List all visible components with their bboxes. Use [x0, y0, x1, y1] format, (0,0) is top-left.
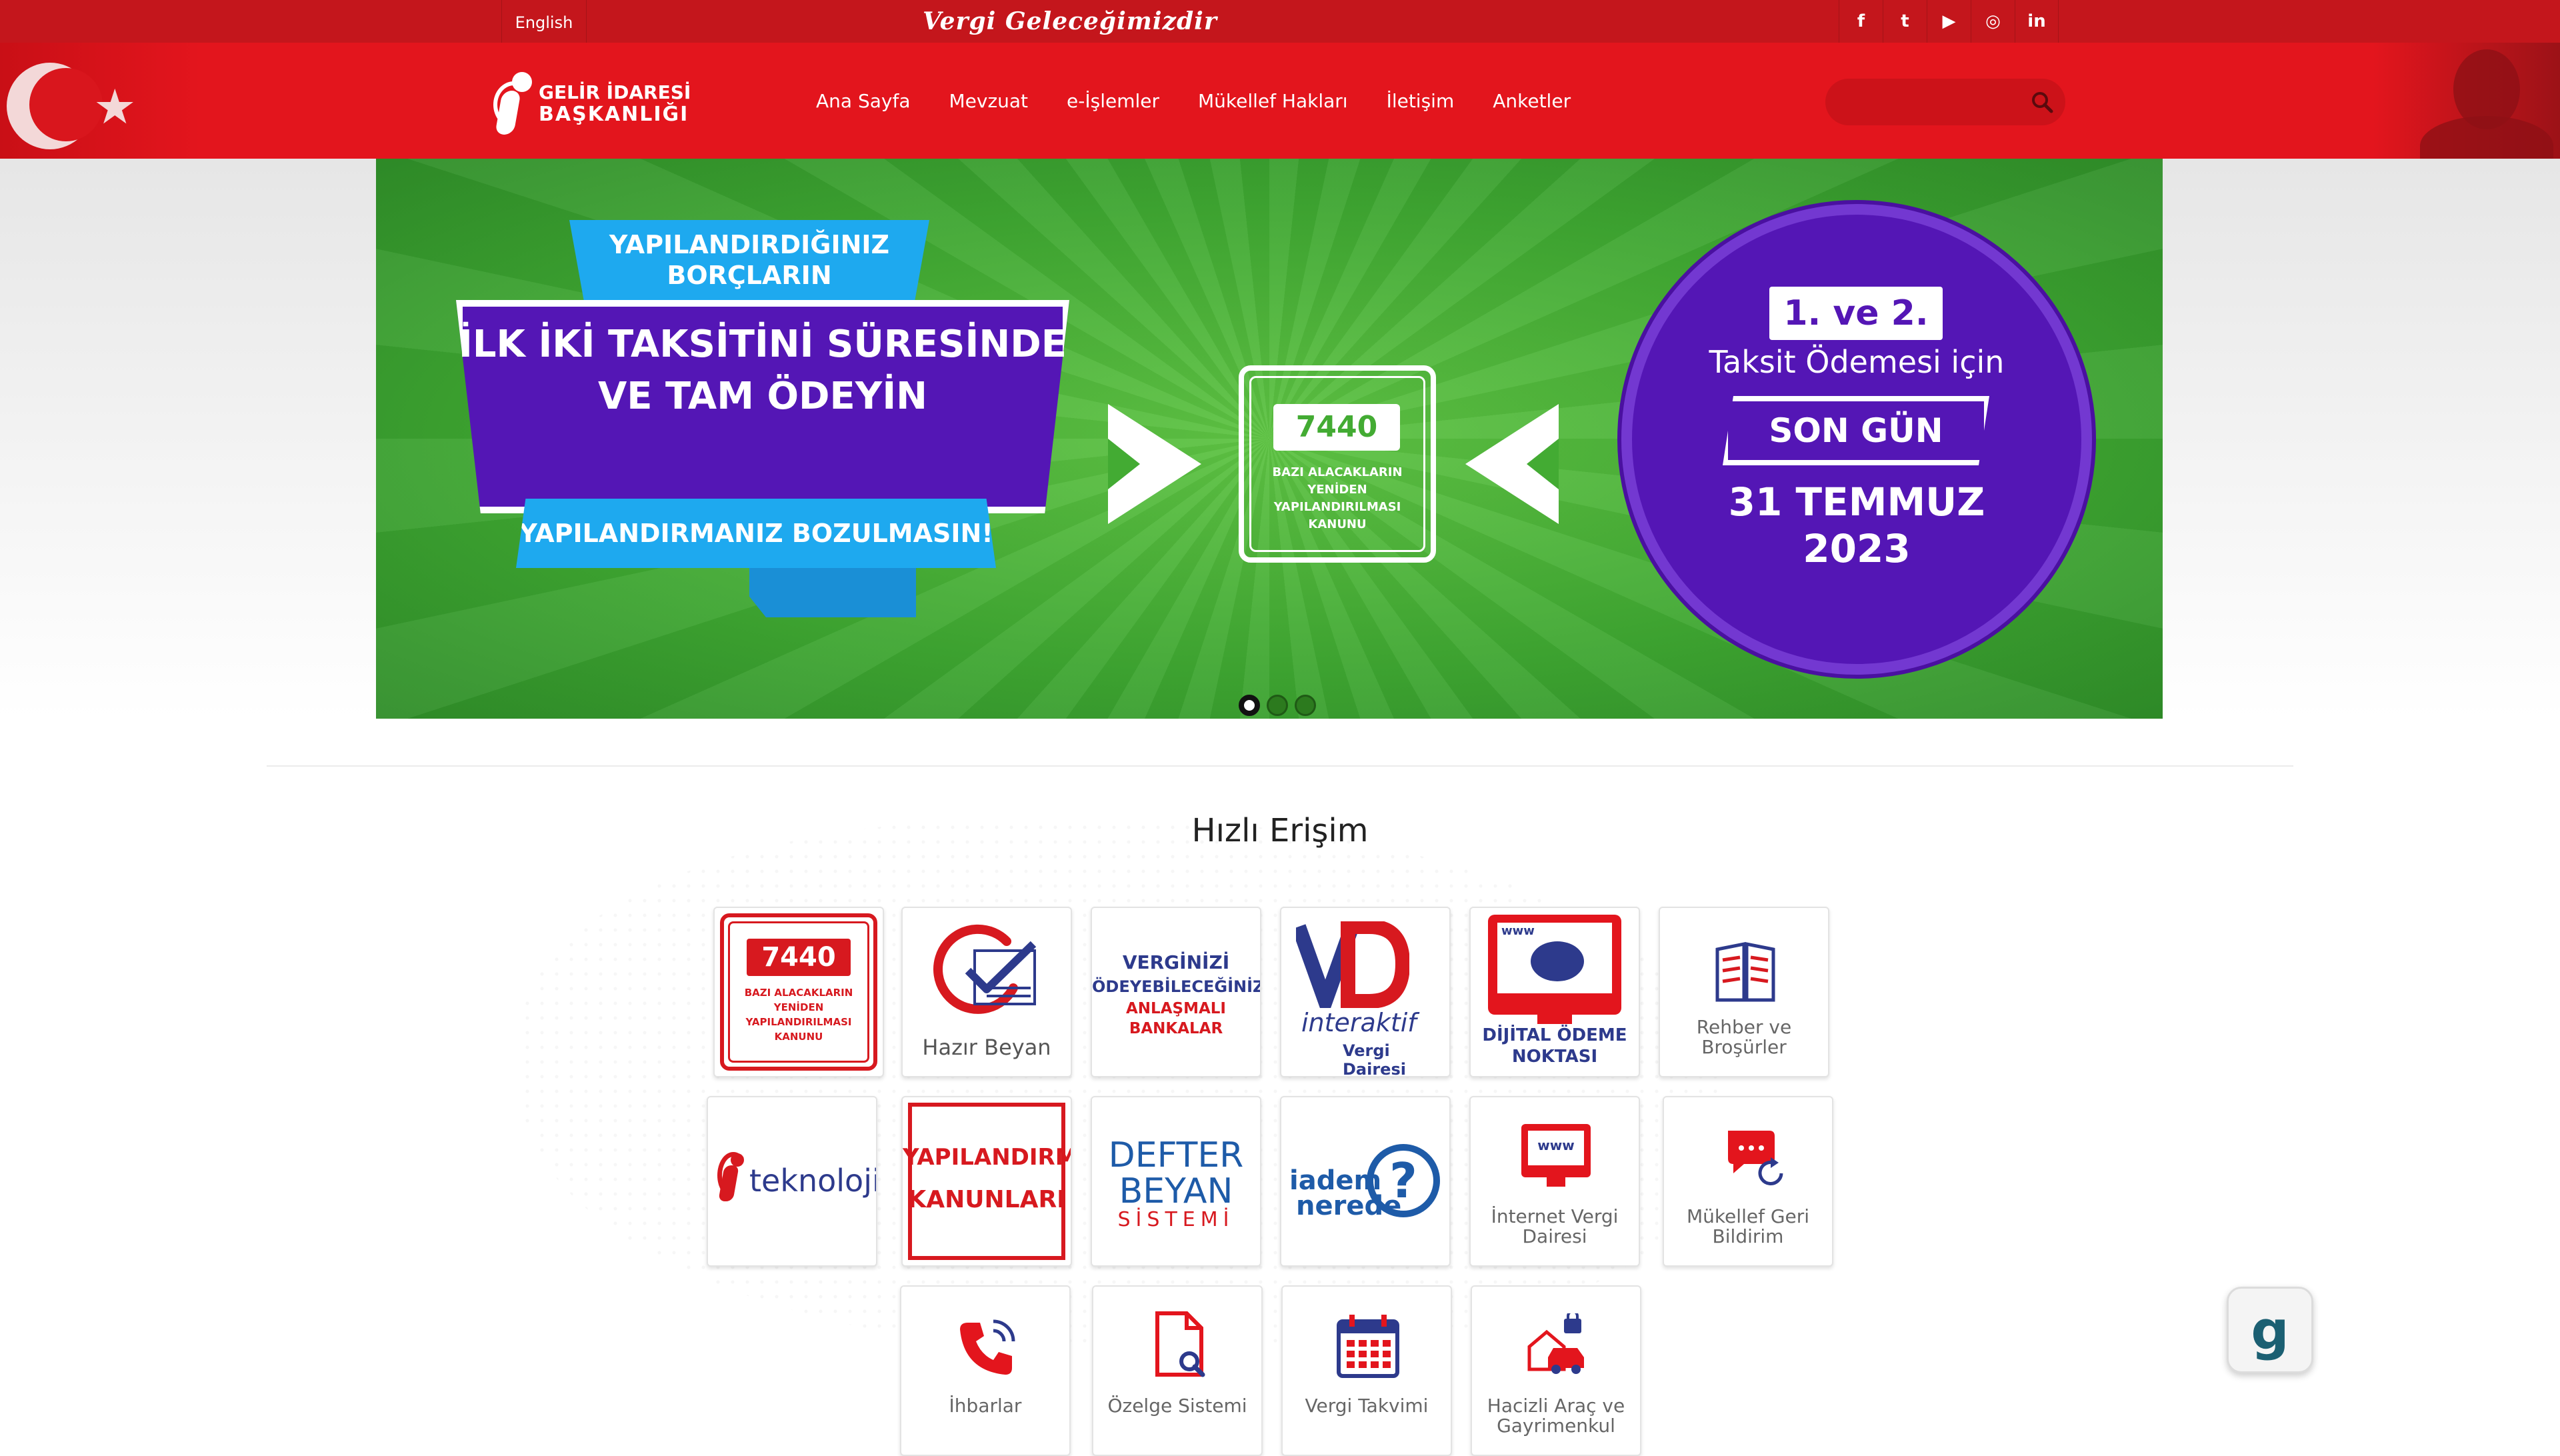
- tile-7440-kanunu[interactable]: 7440 BAZI ALACAKLARIN YENİDEN YAPILANDIR…: [713, 907, 884, 1077]
- ivd-www: www: [1537, 1137, 1575, 1153]
- nav-mukellef-haklari[interactable]: Mükellef Hakları: [1198, 90, 1348, 112]
- tile-iadem-nerede[interactable]: iadem nerede ?: [1280, 1096, 1451, 1267]
- dop-line2: NOKTASI: [1511, 1047, 1598, 1067]
- tile-7440-caption: BAZI ALACAKLARIN YENİDEN YAPILANDIRILMAS…: [744, 987, 853, 1043]
- tile-vergi-takvimi[interactable]: Vergi Takvimi: [1281, 1285, 1452, 1456]
- banner-circle-badge: 1. ve 2.: [1769, 287, 1943, 340]
- quick-access-title: Hızlı Erişim: [1191, 812, 1369, 849]
- banner-tag-top: YAPILANDIRDIĞINIZ BORÇLARIN: [569, 220, 929, 300]
- tile-internet-vergi-dairesi[interactable]: www İnternet Vergi Dairesi: [1469, 1096, 1640, 1267]
- carousel-dot-1[interactable]: [1239, 695, 1260, 716]
- ivd-line2: Vergi Dairesi: [1343, 1041, 1406, 1077]
- social-links: f t ▶ ◎ in: [1839, 0, 2059, 43]
- ataturk-portrait-image: [2373, 43, 2560, 159]
- vergi-takvimi-label: Vergi Takvimi: [1305, 1395, 1429, 1417]
- ivd-line1: interaktif: [1301, 1008, 1417, 1037]
- search-icon[interactable]: [2031, 91, 2053, 113]
- tile-hazir-beyan[interactable]: Hazır Beyan: [901, 907, 1072, 1077]
- linkedin-icon[interactable]: in: [2015, 0, 2059, 43]
- tile-anlasmali-bankalar[interactable]: VERGİNİZİ ÖDEYEBİLECEĞİNİZ ANLAŞMALI BAN…: [1091, 907, 1261, 1077]
- feedback-chat-icon: [1728, 1131, 1783, 1185]
- assistant-chat-button[interactable]: g: [2227, 1287, 2313, 1373]
- search-input[interactable]: [1825, 79, 2065, 125]
- tile-interaktif-vergi-dairesi[interactable]: interaktif Vergi Dairesi: [1280, 907, 1451, 1077]
- ihbarlar-label: İhbarlar: [949, 1395, 1022, 1417]
- logo-line2: BAŞKANLIĞI: [539, 102, 689, 126]
- hero-banner-slide[interactable]: YAPILANDIRDIĞINIZ BORÇLARIN İLK İKİ TAKS…: [376, 159, 2163, 719]
- carousel-dot-3[interactable]: [1295, 695, 1316, 716]
- phone-icon: [960, 1319, 1015, 1375]
- twitter-icon[interactable]: t: [1883, 0, 1927, 43]
- banks-line1: VERGİNİZİ: [1122, 951, 1230, 973]
- facebook-icon[interactable]: f: [1839, 0, 1883, 43]
- language-link-english[interactable]: English: [501, 0, 587, 43]
- book-icon: [1715, 941, 1775, 1002]
- banner-tag-bottom: YAPILANDIRMANIZ BOZULMASIN!: [516, 499, 996, 568]
- tile-mukellef-geri-bildirim[interactable]: Mükellef Geri Bildirim: [1663, 1096, 1833, 1267]
- section-divider: [267, 765, 2293, 767]
- nav-iletisim[interactable]: İletişim: [1387, 90, 1455, 112]
- yk-line2: KANUNLARI: [907, 1186, 1066, 1213]
- ozelge-sistemi-label: Özelge Sistemi: [1107, 1395, 1247, 1417]
- internet-vergi-dairesi-label: İnternet Vergi Dairesi: [1491, 1205, 1619, 1247]
- banner-circle-line: Taksit Ödemesi için: [1709, 344, 2005, 380]
- banner-circle-date: 31 TEMMUZ 2023: [1621, 479, 2092, 572]
- top-bar: English Vergi Geleceğimizdir f t ▶ ◎ in: [0, 0, 2560, 43]
- tile-ihbarlar[interactable]: İhbarlar: [900, 1285, 1071, 1456]
- tile-rehber-brosurler[interactable]: Rehber ve Broşürler: [1659, 907, 1829, 1077]
- banner-circle-son-gun: SON GÜN: [1723, 396, 1989, 465]
- dop-line1: DİJİTAL ÖDEME: [1482, 1025, 1627, 1045]
- slogan: Vergi Geleceğimizdir: [923, 7, 1217, 35]
- banks-line2: ÖDEYEBİLECEĞİNİZ: [1092, 977, 1261, 996]
- banks-line3: ANLAŞMALI BANKALAR: [1126, 1000, 1226, 1037]
- tile-dijital-odeme-noktasi[interactable]: www DİJİTAL ÖDEME NOKTASI: [1469, 907, 1640, 1077]
- db-line2: BEYAN: [1119, 1171, 1233, 1211]
- tile-defter-beyan[interactable]: DEFTER BEYAN SİSTEMİ: [1091, 1096, 1261, 1267]
- tile-yapilandirma-kanunlari[interactable]: YAPILANDIRMA KANUNLARI: [901, 1096, 1072, 1267]
- dop-www: www: [1501, 924, 1535, 938]
- tile-i-teknoloji[interactable]: teknoloji: [707, 1096, 877, 1267]
- hazir-beyan-label: Hazır Beyan: [922, 1035, 1051, 1060]
- carousel-dot-2[interactable]: [1267, 695, 1288, 716]
- instagram-icon[interactable]: ◎: [1971, 0, 2015, 43]
- yk-line1: YAPILANDIRMA: [903, 1144, 1071, 1171]
- youtube-icon[interactable]: ▶: [1927, 0, 1971, 43]
- tile-7440-number: 7440: [747, 939, 851, 976]
- calendar-icon: [1337, 1315, 1399, 1378]
- tile-ozelge-sistemi[interactable]: Özelge Sistemi: [1092, 1285, 1263, 1456]
- hacizli-arac-label: Hacizli Araç ve Gayrimenkul: [1487, 1395, 1625, 1437]
- logo-line1: GELİR İDARESİ: [539, 81, 691, 104]
- carousel-dots: [1239, 695, 1323, 716]
- nav-ana-sayfa[interactable]: Ana Sayfa: [816, 90, 910, 112]
- banner-date-year: 2023: [1803, 526, 1911, 571]
- db-line1: DEFTER: [1108, 1135, 1244, 1175]
- banner-main-text: İLK İKİ TAKSİTİNİ SÜRESİNDE VE TAM ÖDEYİ…: [459, 323, 1067, 418]
- coin-stack-icon: [1531, 941, 1584, 981]
- document-search-icon: [1155, 1311, 1205, 1377]
- nav-mevzuat[interactable]: Mevzuat: [949, 90, 1028, 112]
- car-house-lock-icon: [1527, 1313, 1584, 1374]
- i-teknoloji-text: teknoloji: [749, 1163, 877, 1199]
- mukellef-geri-bildirim-label: Mükellef Geri Bildirim: [1686, 1205, 1810, 1247]
- i-teknoloji-logo-icon: [715, 1152, 749, 1201]
- rehber-label: Rehber ve Broşürler: [1696, 1016, 1792, 1058]
- turkish-flag-image: ★: [0, 43, 200, 159]
- main-nav: Ana Sayfa Mevzuat e-İşlemler Mükellef Ha…: [816, 43, 1609, 159]
- gib-logo-mark-icon: [493, 72, 537, 136]
- ivd-logo-icon: [1296, 921, 1409, 1008]
- world-map-dots-background: [520, 820, 1720, 1353]
- hazir-beyan-logo-icon: [933, 924, 1037, 1014]
- nav-anketler[interactable]: Anketler: [1493, 90, 1571, 112]
- banner-date-month: 31 TEMMUZ: [1728, 479, 1985, 525]
- db-line3: SİSTEMİ: [1117, 1208, 1235, 1231]
- nav-e-islemler[interactable]: e-İşlemler: [1067, 90, 1159, 112]
- tile-hacizli-arac[interactable]: Hacizli Araç ve Gayrimenkul: [1471, 1285, 1641, 1456]
- question-mark-icon: ?: [1367, 1144, 1440, 1217]
- gib-logo[interactable]: GELİR İDARESİ BAŞKANLIĞI: [493, 69, 691, 139]
